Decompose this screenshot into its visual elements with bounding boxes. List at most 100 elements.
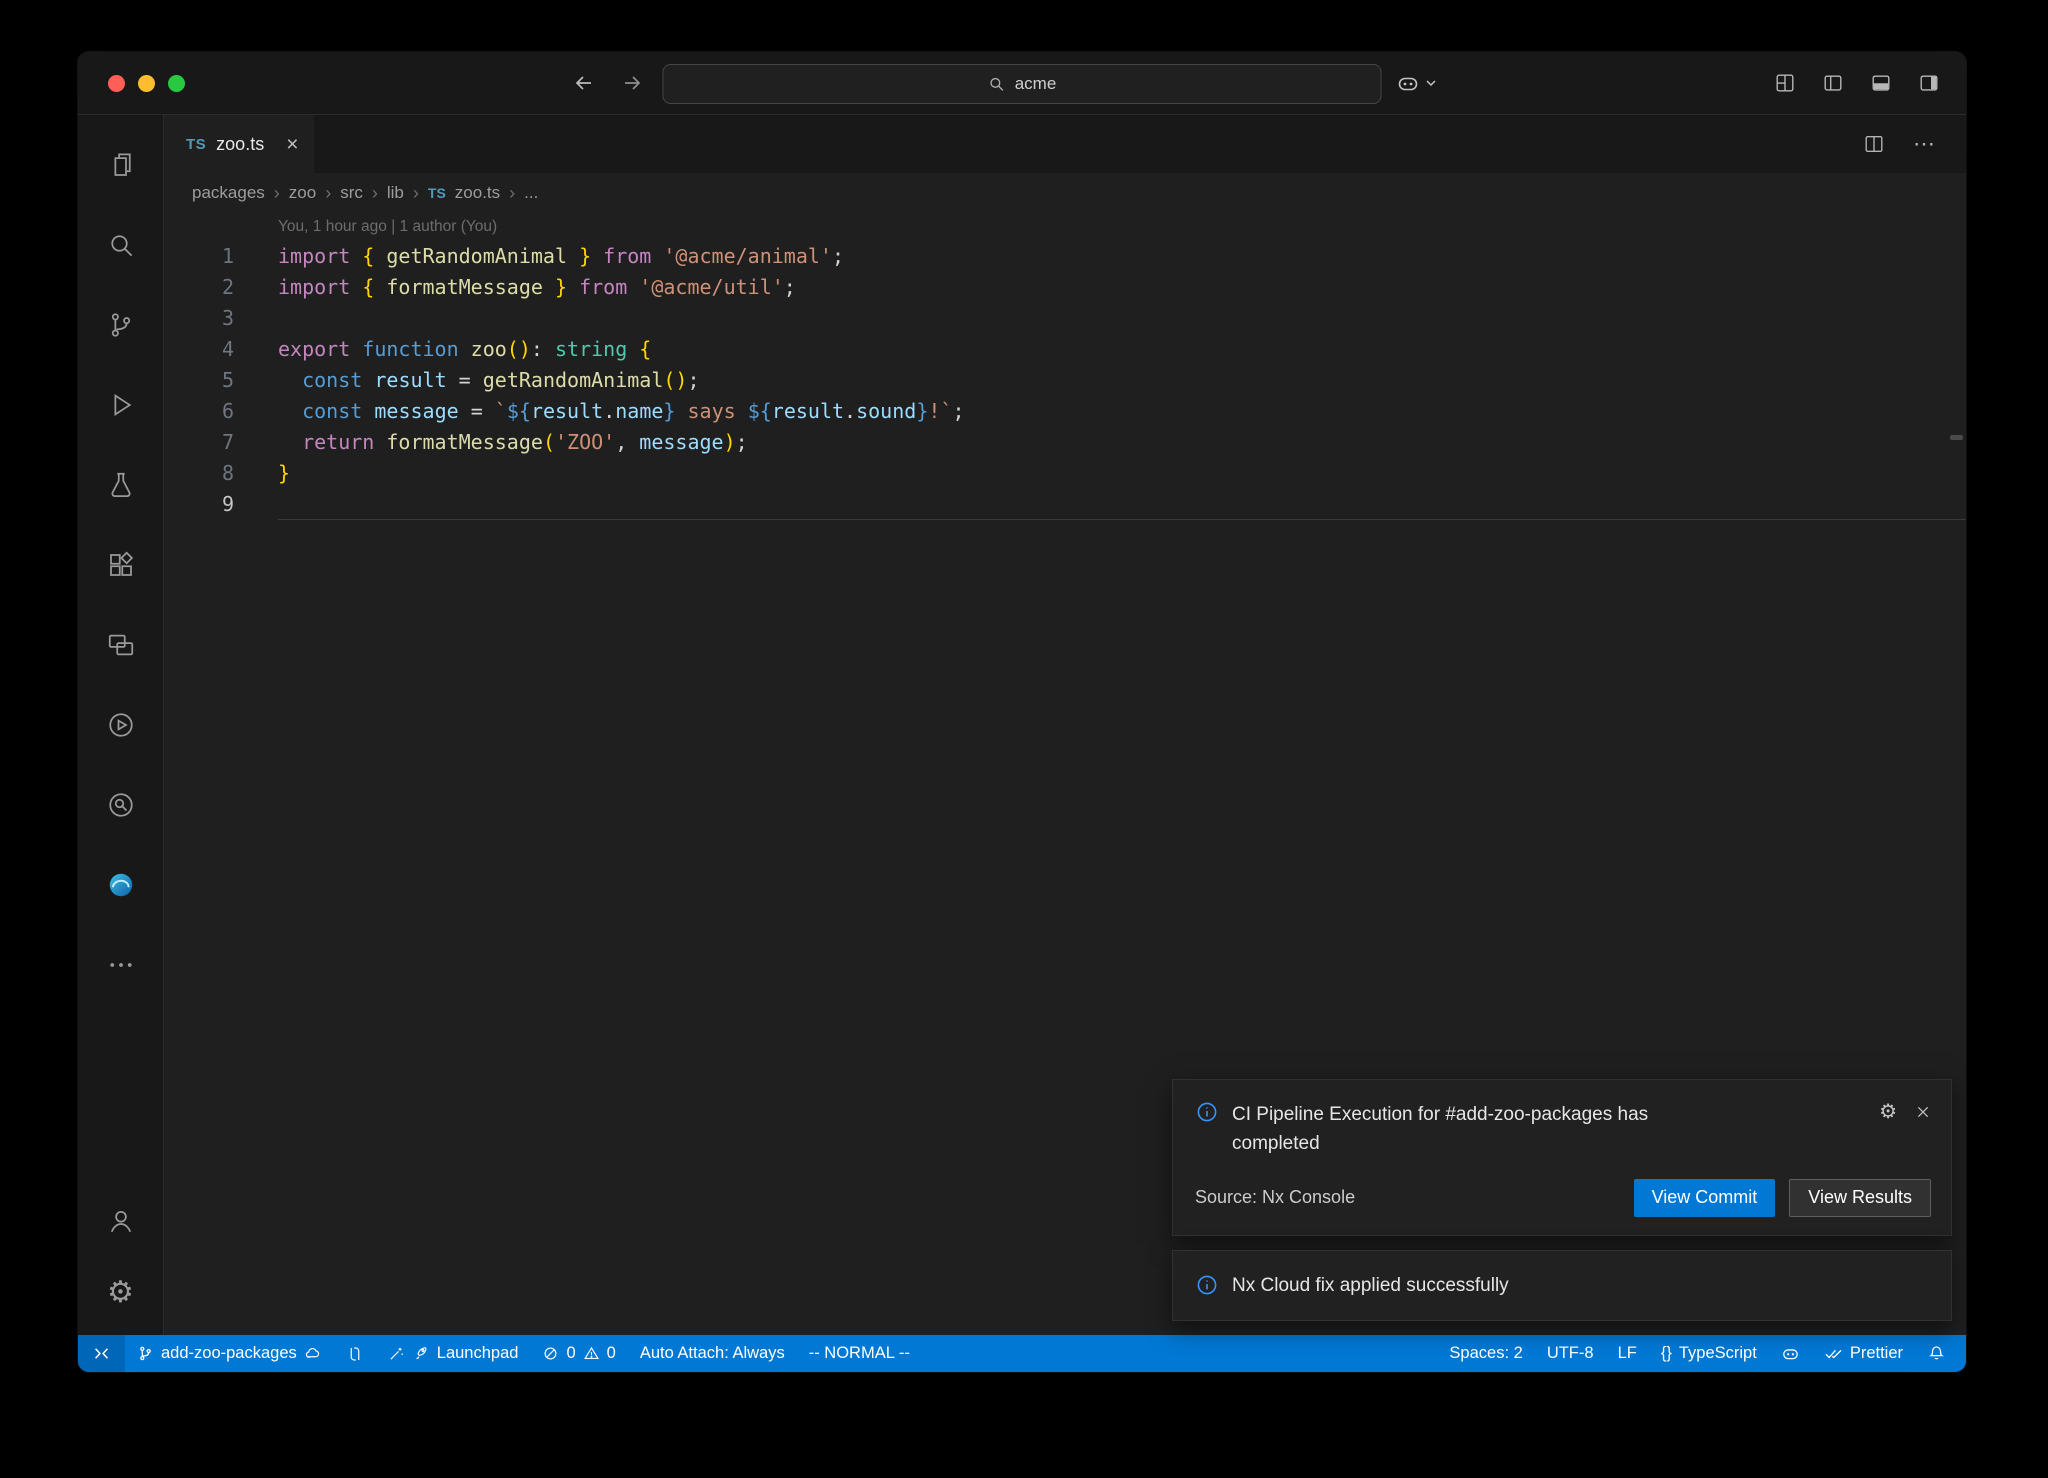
code-line[interactable]: 7 return formatMessage('ZOO', message); [164,427,1966,458]
line-number[interactable]: 1 [164,241,234,272]
code-token: } [555,275,567,299]
breadcrumb-overflow[interactable]: ... [524,183,538,203]
vim-mode-status[interactable]: -- NORMAL -- [797,1335,922,1372]
tab-zoo-ts[interactable]: TS zoo.ts × [164,115,314,173]
run-and-debug-icon[interactable] [78,365,163,445]
code-token: import [278,244,350,268]
search-sidebar-icon[interactable] [78,205,163,285]
chevron-right-icon: › [274,183,280,204]
code-token [459,399,471,423]
code-line[interactable]: 1import { getRandomAnimal } from '@acme/… [164,241,1966,272]
typescript-file-icon: TS [428,185,446,201]
code-token: } [663,399,675,423]
code-token: import [278,275,350,299]
breadcrumb-zoo[interactable]: zoo [289,183,316,203]
code-token: formatMessage [386,430,543,454]
remote-indicator[interactable] [78,1335,125,1372]
code-token [278,430,302,454]
notification-close-icon[interactable] [1915,1104,1931,1120]
code-token [350,337,362,361]
vim-mode-label: -- NORMAL -- [809,1344,910,1363]
typescript-file-icon: TS [186,136,206,153]
testing-icon[interactable] [78,445,163,525]
editor-actions-more-icon[interactable]: ⋯ [1913,131,1936,157]
line-number[interactable]: 7 [164,427,234,458]
code-token [278,368,302,392]
line-number[interactable]: 8 [164,458,234,489]
close-tab-icon[interactable]: × [286,134,298,155]
launchpad-status[interactable]: Launchpad [376,1335,531,1372]
zoom-window-button[interactable] [168,75,185,92]
code-token: ; [832,244,844,268]
view-results-button[interactable]: View Results [1789,1179,1931,1217]
copilot-menu[interactable] [1396,52,1437,114]
view-commit-button[interactable]: View Commit [1634,1179,1776,1217]
code-line[interactable]: 3 [164,303,1966,334]
toggle-secondary-sidebar-icon[interactable] [1918,72,1940,94]
account-icon[interactable] [78,1185,163,1257]
code-token [278,399,302,423]
source-control-icon[interactable] [78,285,163,365]
notifications-bell-icon[interactable] [1915,1335,1958,1372]
git-compare-status[interactable] [334,1335,376,1372]
toggle-panel-icon[interactable] [1870,72,1892,94]
prettier-status[interactable]: Prettier [1812,1335,1915,1372]
code-token: string [555,337,627,361]
gitlens-blame-annotation: You, 1 hour ago | 1 author (You) [278,213,1966,241]
command-center-search[interactable]: acme [663,64,1382,104]
forward-icon[interactable] [620,71,644,95]
more-views-icon[interactable] [78,925,163,1005]
code-token [362,399,374,423]
language-mode-status[interactable]: {} TypeScript [1649,1335,1769,1372]
auto-attach-status[interactable]: Auto Attach: Always [628,1335,797,1372]
settings-gear-icon[interactable]: ⚙ [78,1257,163,1329]
code-line[interactable]: 2import { formatMessage } from '@acme/ut… [164,272,1966,303]
code-token: message [374,399,458,423]
chevron-right-icon: › [413,183,419,204]
remote-explorer-icon[interactable] [78,605,163,685]
code-line[interactable]: 8} [164,458,1966,489]
split-editor-icon[interactable] [1863,133,1885,155]
breadcrumb-src[interactable]: src [340,183,363,203]
line-number[interactable]: 6 [164,396,234,427]
code-line[interactable]: 9 [164,489,1966,520]
search-circle-icon[interactable] [78,765,163,845]
problems-status[interactable]: 0 0 [530,1335,627,1372]
code-token: : [531,337,543,361]
eol-status[interactable]: LF [1606,1335,1649,1372]
scrollbar-mark[interactable] [1950,435,1963,440]
breadcrumb-file[interactable]: zoo.ts [455,183,500,203]
extensions-icon[interactable] [78,525,163,605]
code-token [350,275,362,299]
indentation-status[interactable]: Spaces: 2 [1437,1335,1534,1372]
customize-layout-icon[interactable] [1774,72,1796,94]
line-number[interactable]: 5 [164,365,234,396]
code-token [567,275,579,299]
explorer-icon[interactable] [78,125,163,205]
code-token [374,275,386,299]
code-line[interactable]: 4export function zoo(): string { [164,334,1966,365]
line-number[interactable]: 2 [164,272,234,303]
breadcrumb-lib[interactable]: lib [387,183,404,203]
rocket-icon [412,1345,430,1363]
line-number[interactable]: 4 [164,334,234,365]
code-token [374,244,386,268]
line-number[interactable]: 3 [164,303,234,334]
close-window-button[interactable] [108,75,125,92]
line-number[interactable]: 9 [164,489,234,520]
toggle-primary-sidebar-icon[interactable] [1822,72,1844,94]
warning-count: 0 [607,1344,616,1363]
copilot-status[interactable] [1769,1335,1812,1372]
code-line[interactable]: 5 const result = getRandomAnimal(); [164,365,1966,396]
code-line[interactable]: 6 const message = `${result.name} says $… [164,396,1966,427]
back-icon[interactable] [572,71,596,95]
breadcrumb-packages[interactable]: packages [192,183,265,203]
play-circle-icon[interactable] [78,685,163,765]
notification-settings-icon[interactable]: ⚙ [1879,1102,1897,1122]
git-branch-status[interactable]: add-zoo-packages [125,1335,334,1372]
minimize-window-button[interactable] [138,75,155,92]
edge-tools-icon[interactable] [78,845,163,925]
code-token: . [603,399,615,423]
info-icon [1195,1273,1219,1297]
encoding-status[interactable]: UTF-8 [1535,1335,1606,1372]
